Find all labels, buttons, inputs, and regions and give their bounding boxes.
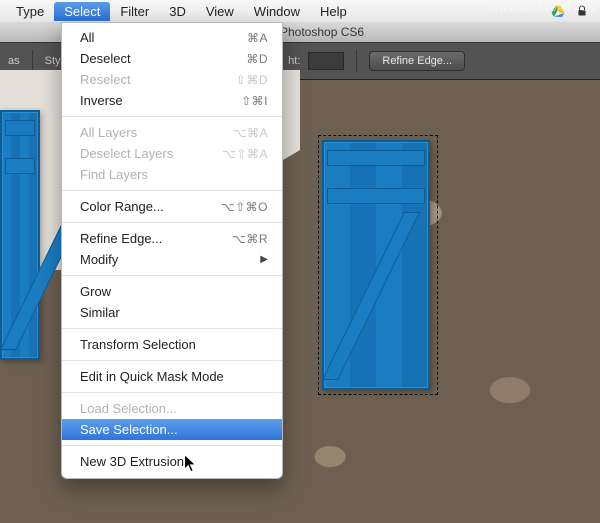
menu-item-label: Deselect Layers	[80, 146, 222, 161]
menu-item-shortcut: ⇧⌘D	[236, 73, 268, 87]
menu-item-label: Deselect	[80, 51, 246, 66]
menu-item-label: Refine Edge...	[80, 231, 232, 246]
window-title-text: Photoshop CS6	[280, 25, 364, 39]
menu-item-modify[interactable]: Modify ▶	[62, 249, 282, 270]
menu-item-save-selection[interactable]: Save Selection...	[62, 419, 282, 440]
select-menu-dropdown: All⌘ADeselect⌘DReselect⇧⌘DInverse⇧⌘IAll …	[61, 22, 283, 479]
menu-item-shortcut: ⌥⌘R	[232, 232, 268, 246]
menu-item-inverse[interactable]: Inverse⇧⌘I	[62, 90, 282, 111]
menu-item-shortcut: ⇧⌘I	[241, 94, 268, 108]
menu-item-all[interactable]: All⌘A	[62, 27, 282, 48]
menu-item-label: Similar	[80, 305, 268, 320]
menu-item-label: Load Selection...	[80, 401, 268, 416]
menu-item-label: Find Layers	[80, 167, 268, 182]
watermark-text: WWW.MISSYUAN.COM	[490, 3, 596, 13]
menu-item-grow[interactable]: Grow	[62, 281, 282, 302]
menu-item-all-layers: All Layers⌥⌘A	[62, 122, 282, 143]
menu-item-label: Grow	[80, 284, 268, 299]
menu-item-label: Reselect	[80, 72, 236, 87]
menu-item-deselect-layers: Deselect Layers⌥⇧⌘A	[62, 143, 282, 164]
menu-item-shortcut: ⌘A	[247, 31, 268, 45]
menu-item-label: Modify	[80, 252, 254, 267]
menu-item-find-layers: Find Layers	[62, 164, 282, 185]
menu-item-reselect: Reselect⇧⌘D	[62, 69, 282, 90]
menu-item-shortcut: ⌥⌘A	[233, 126, 268, 140]
menu-item-edit-in-quick-mask-mode[interactable]: Edit in Quick Mask Mode	[62, 366, 282, 387]
menu-help[interactable]: Help	[310, 2, 357, 21]
menu-item-label: All	[80, 30, 247, 45]
menu-item-label: Save Selection...	[80, 422, 268, 437]
menu-item-refine-edge[interactable]: Refine Edge...⌥⌘R	[62, 228, 282, 249]
menu-item-similar[interactable]: Similar	[62, 302, 282, 323]
options-side-label: as	[8, 55, 20, 67]
menu-item-label: Inverse	[80, 93, 241, 108]
height-field[interactable]	[308, 52, 344, 70]
menu-item-color-range[interactable]: Color Range...⌥⇧⌘O	[62, 196, 282, 217]
menu-item-deselect[interactable]: Deselect⌘D	[62, 48, 282, 69]
refine-edge-button[interactable]: Refine Edge...	[369, 51, 465, 71]
marquee-selection[interactable]	[318, 135, 438, 395]
menu-item-shortcut: ⌘D	[246, 52, 268, 66]
menu-select[interactable]: Select	[54, 2, 110, 21]
menu-item-load-selection: Load Selection...	[62, 398, 282, 419]
menu-item-label: All Layers	[80, 125, 233, 140]
menu-view[interactable]: View	[196, 2, 244, 21]
menu-item-label: Edit in Quick Mask Mode	[80, 369, 268, 384]
menu-item-shortcut: ⌥⇧⌘O	[221, 200, 268, 214]
menu-window[interactable]: Window	[244, 2, 310, 21]
menu-item-label: Transform Selection	[80, 337, 268, 352]
menu-item-transform-selection[interactable]: Transform Selection	[62, 334, 282, 355]
menu-filter[interactable]: Filter	[110, 2, 159, 21]
menu-item-label: Color Range...	[80, 199, 221, 214]
height-label: ht:	[288, 55, 300, 67]
menu-item-label: New 3D Extrusion	[80, 454, 268, 469]
menu-item-shortcut: ⌥⇧⌘A	[222, 147, 268, 161]
submenu-arrow-icon: ▶	[260, 254, 268, 265]
menu-type[interactable]: Type	[6, 2, 54, 21]
shutter-left	[0, 110, 40, 360]
menu-item-new-3d-extrusion[interactable]: New 3D Extrusion	[62, 451, 282, 472]
menu-3d[interactable]: 3D	[159, 2, 196, 21]
